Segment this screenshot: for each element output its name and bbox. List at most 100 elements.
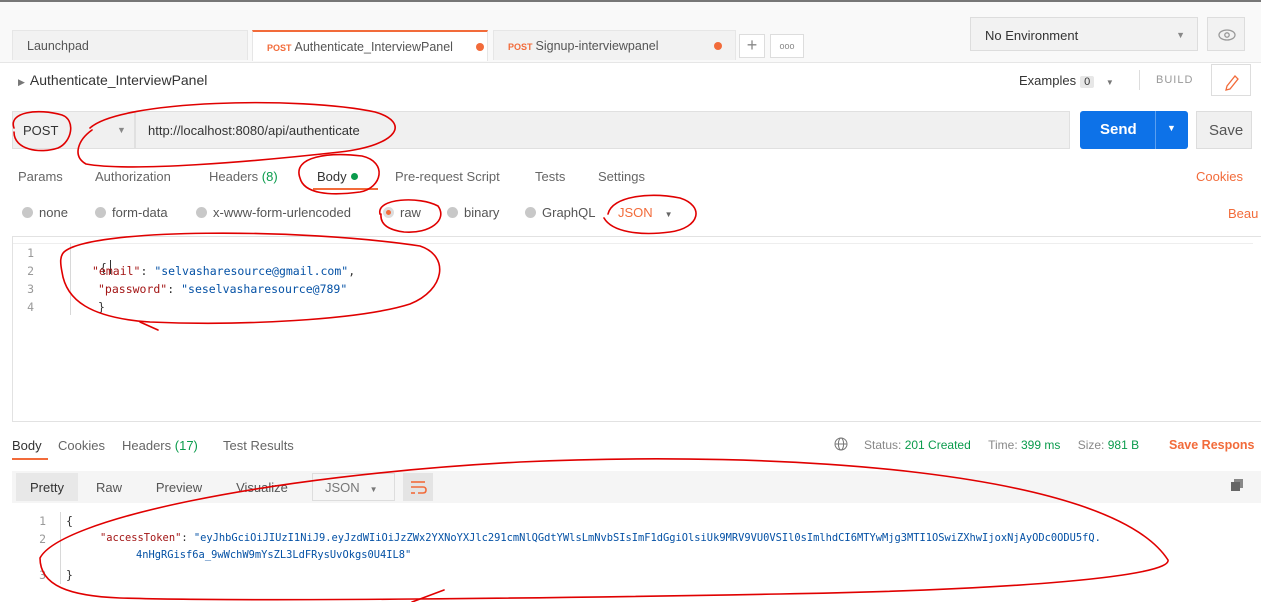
chevron-down-icon: ▼ bbox=[117, 125, 126, 135]
tab-method: POST bbox=[267, 43, 292, 53]
tab-headers[interactable]: Headers (8) bbox=[209, 169, 278, 184]
environment-value: No Environment bbox=[985, 28, 1079, 43]
json-value: "eyJhbGciOiJIUzI1NiJ9.eyJzdWIiOiJzZWx2YX… bbox=[193, 532, 1101, 544]
line-number: 1 bbox=[27, 246, 34, 260]
divider bbox=[1139, 70, 1140, 90]
more-tabs-button[interactable]: ooo bbox=[770, 34, 804, 58]
editor-divider bbox=[13, 243, 1253, 244]
close-brace: } bbox=[66, 568, 73, 582]
tab-authenticate[interactable]: POST Authenticate_InterviewPanel bbox=[252, 30, 488, 61]
tab-authorization[interactable]: Authorization bbox=[95, 169, 171, 184]
chevron-down-icon: ▼ bbox=[369, 485, 378, 494]
chevron-down-icon: ▼ bbox=[664, 210, 673, 219]
caret-right-icon: ▶ bbox=[18, 77, 25, 87]
build-button[interactable]: BUILD bbox=[1156, 74, 1193, 86]
radio-none[interactable]: none bbox=[22, 205, 68, 220]
radio-circle bbox=[525, 207, 536, 218]
tab-label: Launchpad bbox=[27, 39, 89, 53]
radio-binary[interactable]: binary bbox=[447, 205, 499, 220]
radio-label: GraphQL bbox=[542, 205, 596, 220]
copy-icon[interactable] bbox=[1230, 478, 1244, 492]
response-format-select[interactable]: JSON ▼ bbox=[312, 473, 395, 501]
response-tab-headers-label: Headers bbox=[122, 438, 172, 453]
line-number: 1 bbox=[39, 514, 46, 528]
save-button[interactable]: Save bbox=[1196, 111, 1252, 149]
view-preview-button[interactable]: Preview bbox=[144, 473, 214, 501]
wrap-lines-button[interactable] bbox=[403, 473, 433, 501]
chevron-down-icon[interactable]: ▼ bbox=[1167, 123, 1176, 133]
json-value-continued: 4nHgRGisf6a_9wWchW9mYsZL3LdFRysUvOkgs0U4… bbox=[136, 549, 412, 561]
json-key: "email" bbox=[92, 264, 141, 278]
status-label: Status: bbox=[864, 438, 902, 452]
new-tab-button[interactable]: + bbox=[739, 34, 765, 58]
json-value: "seselvasharesource@789" bbox=[181, 282, 348, 296]
url-input[interactable]: http://localhost:8080/api/authenticate bbox=[135, 111, 1070, 149]
json-key: "accessToken" bbox=[100, 532, 182, 544]
tab-launchpad[interactable]: Launchpad bbox=[12, 30, 248, 60]
radio-circle bbox=[196, 207, 207, 218]
view-pretty-button[interactable]: Pretty bbox=[16, 473, 78, 501]
request-title-text: Authenticate_InterviewPanel bbox=[29, 72, 208, 88]
radio-circle-selected bbox=[383, 207, 394, 218]
tab-body[interactable]: Body bbox=[317, 169, 358, 184]
examples-count: 0 bbox=[1080, 76, 1095, 88]
environment-quick-look-button[interactable] bbox=[1207, 17, 1245, 51]
response-tab-headers[interactable]: Headers (17) bbox=[122, 438, 198, 453]
indent-guide bbox=[70, 243, 71, 315]
tab-tests[interactable]: Tests bbox=[535, 169, 565, 184]
examples-dropdown[interactable]: Examples 0 ▼ bbox=[1019, 73, 1114, 88]
body-format-select[interactable]: JSON ▼ bbox=[618, 205, 673, 220]
json-value: "selvasharesource@gmail.com" bbox=[154, 264, 349, 278]
radio-label: binary bbox=[464, 205, 500, 220]
line-number: 3 bbox=[27, 282, 34, 296]
view-raw-button[interactable]: Raw bbox=[84, 473, 134, 501]
tab-label: Signup-interviewpanel bbox=[535, 39, 659, 53]
tab-signup[interactable]: POST Signup-interviewpanel bbox=[493, 30, 736, 60]
open-brace: { bbox=[66, 514, 73, 528]
response-tab-body[interactable]: Body bbox=[12, 438, 42, 453]
globe-icon[interactable] bbox=[834, 437, 848, 451]
radio-label: x-www-form-urlencoded bbox=[213, 205, 351, 220]
response-status-bar: Status: 201 Created Time: 399 ms Size: 9… bbox=[864, 438, 1139, 452]
view-visualize-button[interactable]: Visualize bbox=[224, 473, 300, 501]
tab-method: POST bbox=[508, 42, 533, 52]
save-response-button[interactable]: Save Respons bbox=[1169, 438, 1254, 452]
time-label: Time: bbox=[988, 438, 1018, 452]
response-tab-cookies[interactable]: Cookies bbox=[58, 438, 105, 453]
send-label: Send bbox=[1100, 121, 1137, 138]
cookies-link[interactable]: Cookies bbox=[1196, 169, 1243, 184]
response-headers-count: (17) bbox=[174, 438, 198, 453]
radio-form-data[interactable]: form-data bbox=[95, 205, 168, 220]
tab-params[interactable]: Params bbox=[18, 169, 63, 184]
beautify-link[interactable]: Beau bbox=[1228, 206, 1258, 221]
wrap-icon bbox=[411, 481, 427, 494]
line-number: 2 bbox=[27, 264, 34, 278]
indent-guide bbox=[60, 512, 61, 584]
radio-urlencoded[interactable]: x-www-form-urlencoded bbox=[196, 205, 351, 220]
radio-label: form-data bbox=[112, 205, 168, 220]
pencil-icon bbox=[1225, 75, 1239, 91]
radio-circle bbox=[447, 207, 458, 218]
headers-count: (8) bbox=[261, 169, 278, 184]
request-title[interactable]: ▶ Authenticate_InterviewPanel bbox=[18, 72, 207, 88]
close-brace: } bbox=[98, 300, 105, 314]
environment-select[interactable]: No Environment ▼ bbox=[970, 17, 1198, 51]
line-number: 3 bbox=[39, 568, 46, 582]
response-line-2: "accessToken": "eyJhbGciOiJIUzI1NiJ9.eyJ… bbox=[100, 532, 1101, 544]
time-value: 399 ms bbox=[1021, 438, 1061, 452]
response-tab-test-results[interactable]: Test Results bbox=[223, 438, 294, 453]
tab-settings[interactable]: Settings bbox=[598, 169, 645, 184]
eye-icon bbox=[1218, 29, 1236, 41]
line-number: 2 bbox=[39, 532, 46, 546]
radio-graphql[interactable]: GraphQL bbox=[525, 205, 595, 220]
examples-label: Examples bbox=[1019, 73, 1077, 88]
send-button[interactable]: Send ▼ bbox=[1080, 111, 1188, 149]
method-select[interactable]: POST ▼ bbox=[12, 111, 135, 149]
tab-prerequest-script[interactable]: Pre-request Script bbox=[395, 169, 500, 184]
radio-label: raw bbox=[400, 205, 421, 220]
tab-headers-label: Headers bbox=[209, 169, 259, 184]
radio-raw[interactable]: raw bbox=[383, 205, 421, 220]
edit-button[interactable] bbox=[1211, 64, 1251, 96]
tab-body-label: Body bbox=[317, 169, 347, 184]
size-label: Size: bbox=[1077, 438, 1105, 452]
